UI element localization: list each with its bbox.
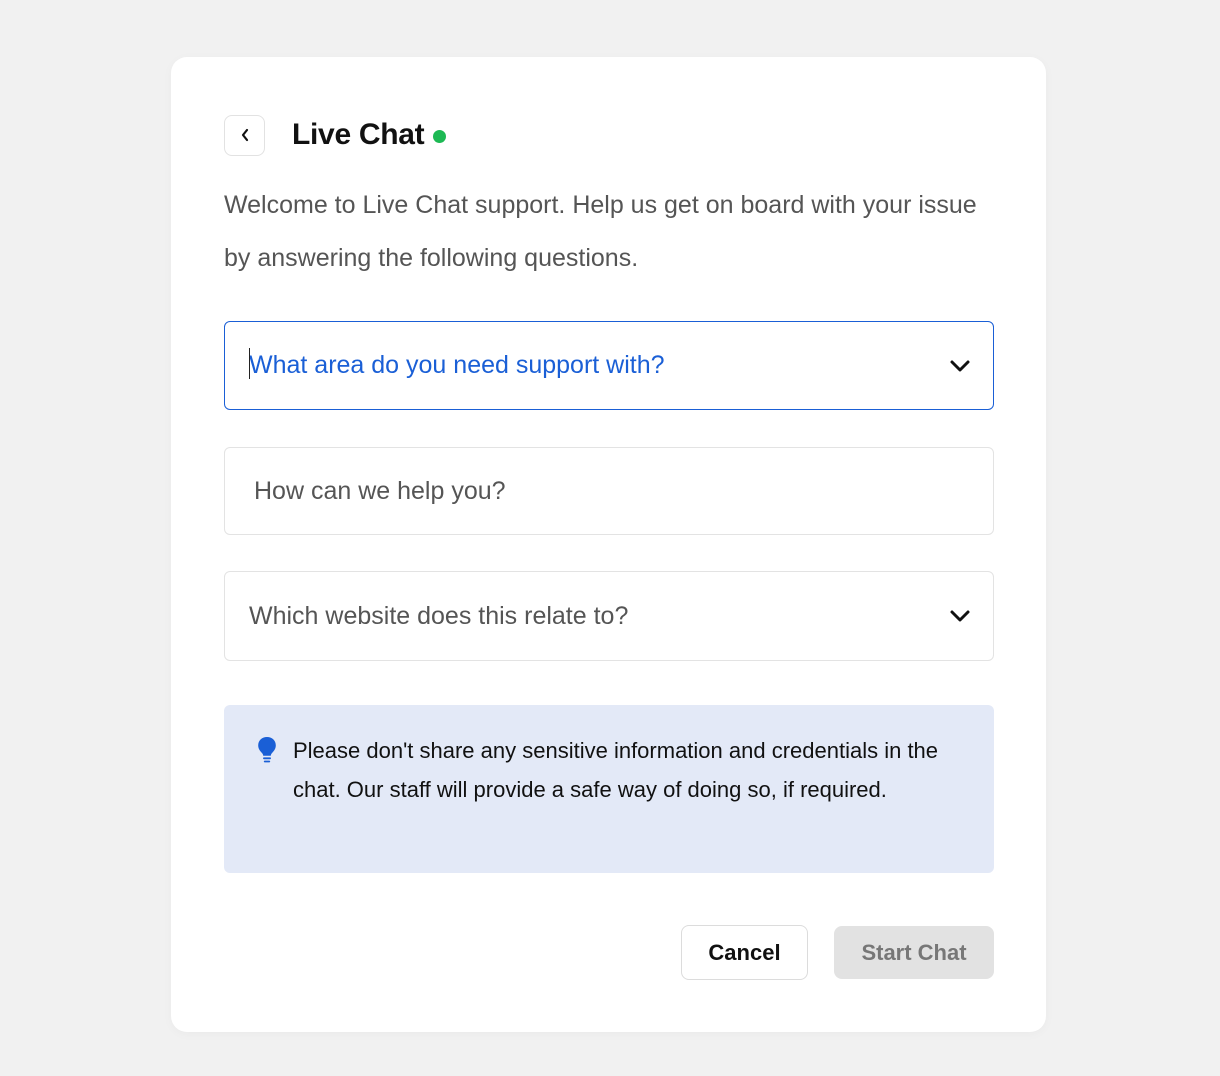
chevron-down-icon <box>950 360 970 371</box>
notice-text: Please don't share any sensitive informa… <box>293 738 939 802</box>
text-cursor <box>249 348 250 379</box>
website-select[interactable]: Which website does this relate to? <box>224 571 994 661</box>
cancel-button[interactable]: Cancel <box>681 925 808 980</box>
back-button[interactable] <box>224 114 265 156</box>
support-area-select[interactable]: What area do you need support with? <box>224 321 994 410</box>
live-chat-card: Live Chat Welcome to Live Chat support. … <box>171 57 1046 1032</box>
online-status-dot <box>433 129 447 143</box>
start-chat-button[interactable]: Start Chat <box>834 926 994 979</box>
security-notice: Please don't share any sensitive informa… <box>224 705 994 873</box>
help-description-placeholder: How can we help you? <box>254 476 506 505</box>
lightbulb-icon <box>258 737 276 763</box>
chevron-left-icon <box>241 128 248 142</box>
help-description-input[interactable]: How can we help you? <box>224 447 994 535</box>
header: Live Chat <box>224 113 447 157</box>
support-area-placeholder: What area do you need support with? <box>249 351 665 379</box>
intro-text: Welcome to Live Chat support. Help us ge… <box>224 191 977 272</box>
website-placeholder: Which website does this relate to? <box>249 601 629 630</box>
chevron-down-icon <box>950 610 970 622</box>
page-title: Live Chat <box>292 118 425 151</box>
